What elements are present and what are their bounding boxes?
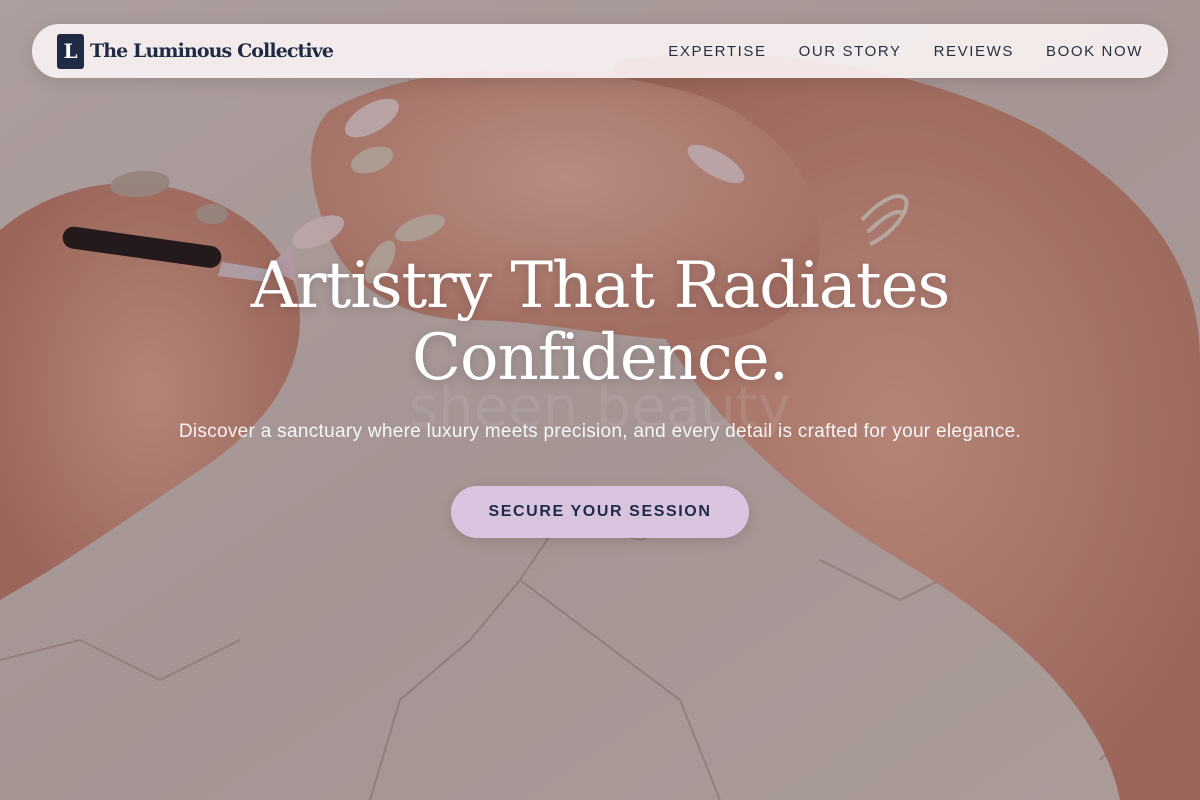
brand-logo-link[interactable]: L The Luminous Collective xyxy=(57,33,334,69)
secure-session-button[interactable]: SECURE YOUR SESSION xyxy=(451,486,749,538)
nav-links: EXPERTISE OUR STORY REVIEWS BOOK NOW xyxy=(668,43,1143,60)
nav-link-reviews[interactable]: REVIEWS xyxy=(934,43,1014,60)
brand-logo-mark: L xyxy=(57,33,84,69)
nav-link-our-story[interactable]: OUR STORY xyxy=(799,43,902,60)
nav-link-book-now[interactable]: BOOK NOW xyxy=(1046,43,1143,60)
nav-link-expertise[interactable]: EXPERTISE xyxy=(668,43,766,60)
hero-title: Artistry That Radiates Confidence. xyxy=(250,249,951,395)
brand-name: The Luminous Collective xyxy=(90,40,334,62)
top-navbar: L The Luminous Collective EXPERTISE OUR … xyxy=(32,24,1168,78)
hero-subtitle: Discover a sanctuary where luxury meets … xyxy=(178,421,1022,442)
hero-section: Artistry That Radiates Confidence. Disco… xyxy=(0,250,1200,538)
